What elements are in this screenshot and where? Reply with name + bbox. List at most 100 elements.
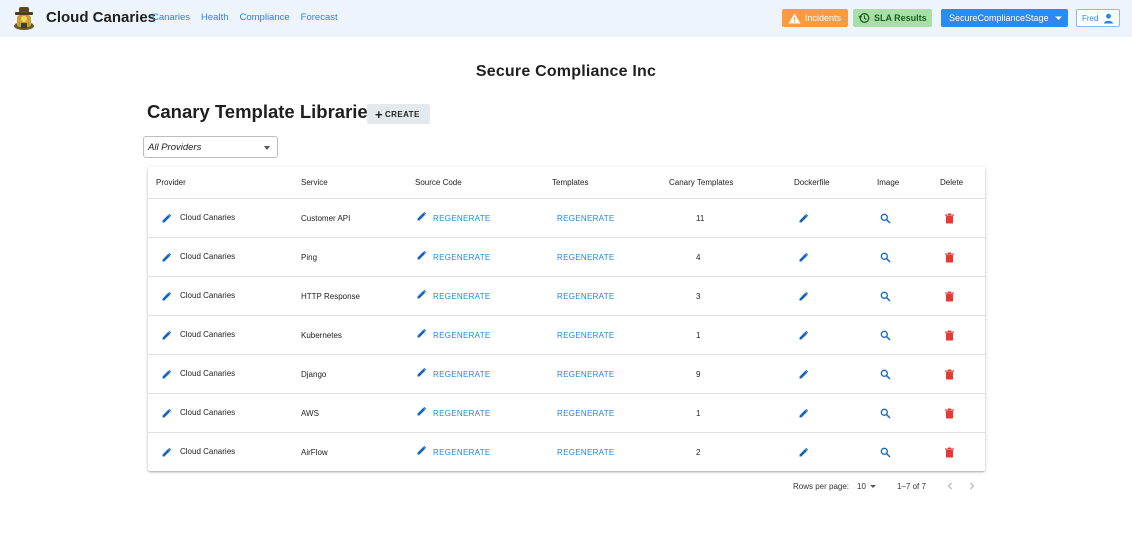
regenerate-source-code-link[interactable]: REGENERATE: [433, 448, 491, 457]
brand-name[interactable]: Cloud Canaries: [46, 9, 156, 26]
create-label: CREATE: [385, 109, 420, 119]
column-header-provider[interactable]: Provider: [156, 178, 186, 187]
edit-dockerfile-icon[interactable]: [798, 252, 809, 263]
warning-icon: [788, 13, 801, 23]
sla-results-button[interactable]: SLA Results: [853, 9, 932, 27]
table-row: Cloud Canaries Ping REGENERATE REGENERAT…: [148, 237, 985, 276]
chevron-down-icon: [1054, 16, 1062, 20]
search-icon[interactable]: [880, 330, 891, 341]
trash-icon[interactable]: [944, 252, 955, 263]
service-cell: HTTP Response: [301, 292, 360, 301]
search-icon[interactable]: [880, 252, 891, 263]
service-cell: AirFlow: [301, 448, 328, 457]
canary-templates-count: 2: [696, 448, 701, 457]
provider-cell: Cloud Canaries: [180, 369, 236, 378]
provider-cell: Cloud Canaries: [180, 213, 236, 222]
column-header-canary-templates[interactable]: Canary Templates: [669, 178, 733, 187]
canary-templates-count: 1: [696, 409, 701, 418]
history-icon: [858, 13, 870, 23]
canary-logo-icon: [14, 7, 34, 30]
trash-icon[interactable]: [944, 408, 955, 419]
regenerate-templates-link[interactable]: REGENERATE: [557, 292, 615, 301]
edit-provider-icon[interactable]: [161, 252, 172, 263]
column-header-delete[interactable]: Delete: [940, 178, 963, 187]
edit-dockerfile-icon[interactable]: [798, 447, 809, 458]
canary-templates-count: 9: [696, 370, 701, 379]
user-menu-button[interactable]: Fred: [1076, 9, 1120, 27]
search-icon[interactable]: [880, 447, 891, 458]
regenerate-source-code-link[interactable]: REGENERATE: [433, 409, 491, 418]
regenerate-templates-link[interactable]: REGENERATE: [557, 253, 615, 262]
previous-page-icon[interactable]: [945, 481, 955, 491]
person-icon: [1104, 13, 1114, 23]
create-button[interactable]: + CREATE: [367, 104, 430, 124]
nav-forecast[interactable]: Forecast: [301, 12, 338, 23]
column-header-dockerfile[interactable]: Dockerfile: [794, 178, 830, 187]
next-page-icon[interactable]: [967, 481, 977, 491]
table-row: Cloud Canaries HTTP Response REGENERATE …: [148, 276, 985, 315]
provider-filter-select[interactable]: All Providers: [143, 136, 278, 158]
edit-dockerfile-icon[interactable]: [798, 408, 809, 419]
nav-canaries[interactable]: Canaries: [152, 12, 190, 23]
environment-label: SecureComplianceStage: [949, 13, 1049, 23]
templates-table: Provider Service Source Code Templates C…: [148, 167, 985, 471]
search-icon[interactable]: [880, 369, 891, 380]
edit-source-code-icon[interactable]: [416, 250, 427, 261]
regenerate-source-code-link[interactable]: REGENERATE: [433, 292, 491, 301]
canary-templates-count: 3: [696, 292, 701, 301]
edit-dockerfile-icon[interactable]: [798, 291, 809, 302]
edit-provider-icon[interactable]: [161, 408, 172, 419]
incidents-button[interactable]: Incidents: [782, 9, 848, 27]
user-name: Fred: [1082, 13, 1099, 23]
regenerate-templates-link[interactable]: REGENERATE: [557, 448, 615, 457]
regenerate-templates-link[interactable]: REGENERATE: [557, 370, 615, 379]
edit-source-code-icon[interactable]: [416, 406, 427, 417]
edit-source-code-icon[interactable]: [416, 445, 427, 456]
regenerate-source-code-link[interactable]: REGENERATE: [433, 214, 491, 223]
trash-icon[interactable]: [944, 369, 955, 380]
search-icon[interactable]: [880, 291, 891, 302]
edit-provider-icon[interactable]: [161, 330, 172, 341]
edit-source-code-icon[interactable]: [416, 211, 427, 222]
nav-health[interactable]: Health: [201, 12, 228, 23]
edit-source-code-icon[interactable]: [416, 367, 427, 378]
edit-dockerfile-icon[interactable]: [798, 330, 809, 341]
regenerate-templates-link[interactable]: REGENERATE: [557, 331, 615, 340]
canary-templates-count: 11: [696, 214, 705, 223]
regenerate-templates-link[interactable]: REGENERATE: [557, 409, 615, 418]
rows-per-page-label: Rows per page:: [793, 482, 850, 491]
rows-per-page-select[interactable]: 10: [857, 482, 866, 491]
edit-source-code-icon[interactable]: [416, 328, 427, 339]
trash-icon[interactable]: [944, 447, 955, 458]
search-icon[interactable]: [880, 408, 891, 419]
search-icon[interactable]: [880, 213, 891, 224]
trash-icon[interactable]: [944, 213, 955, 224]
edit-source-code-icon[interactable]: [416, 289, 427, 300]
edit-provider-icon[interactable]: [161, 291, 172, 302]
column-header-image[interactable]: Image: [877, 178, 899, 187]
provider-cell: Cloud Canaries: [180, 252, 236, 261]
provider-cell: Cloud Canaries: [180, 291, 236, 300]
regenerate-source-code-link[interactable]: REGENERATE: [433, 370, 491, 379]
service-cell: Django: [301, 370, 327, 379]
column-header-service[interactable]: Service: [301, 178, 328, 187]
trash-icon[interactable]: [944, 330, 955, 341]
regenerate-source-code-link[interactable]: REGENERATE: [433, 253, 491, 262]
sla-results-label: SLA Results: [874, 13, 927, 23]
nav-compliance[interactable]: Compliance: [240, 12, 290, 23]
trash-icon[interactable]: [944, 291, 955, 302]
edit-dockerfile-icon[interactable]: [798, 369, 809, 380]
provider-cell: Cloud Canaries: [180, 330, 236, 339]
service-cell: Customer API: [301, 214, 351, 223]
edit-provider-icon[interactable]: [161, 369, 172, 380]
edit-dockerfile-icon[interactable]: [798, 213, 809, 224]
regenerate-templates-link[interactable]: REGENERATE: [557, 214, 615, 223]
column-header-templates[interactable]: Templates: [552, 178, 588, 187]
regenerate-source-code-link[interactable]: REGENERATE: [433, 331, 491, 340]
edit-provider-icon[interactable]: [161, 213, 172, 224]
table-row: Cloud Canaries Django REGENERATE REGENER…: [148, 354, 985, 393]
edit-provider-icon[interactable]: [161, 447, 172, 458]
pagination-range: 1–7 of 7: [897, 482, 926, 491]
environment-select[interactable]: SecureComplianceStage: [941, 9, 1068, 27]
column-header-source-code[interactable]: Source Code: [415, 178, 462, 187]
